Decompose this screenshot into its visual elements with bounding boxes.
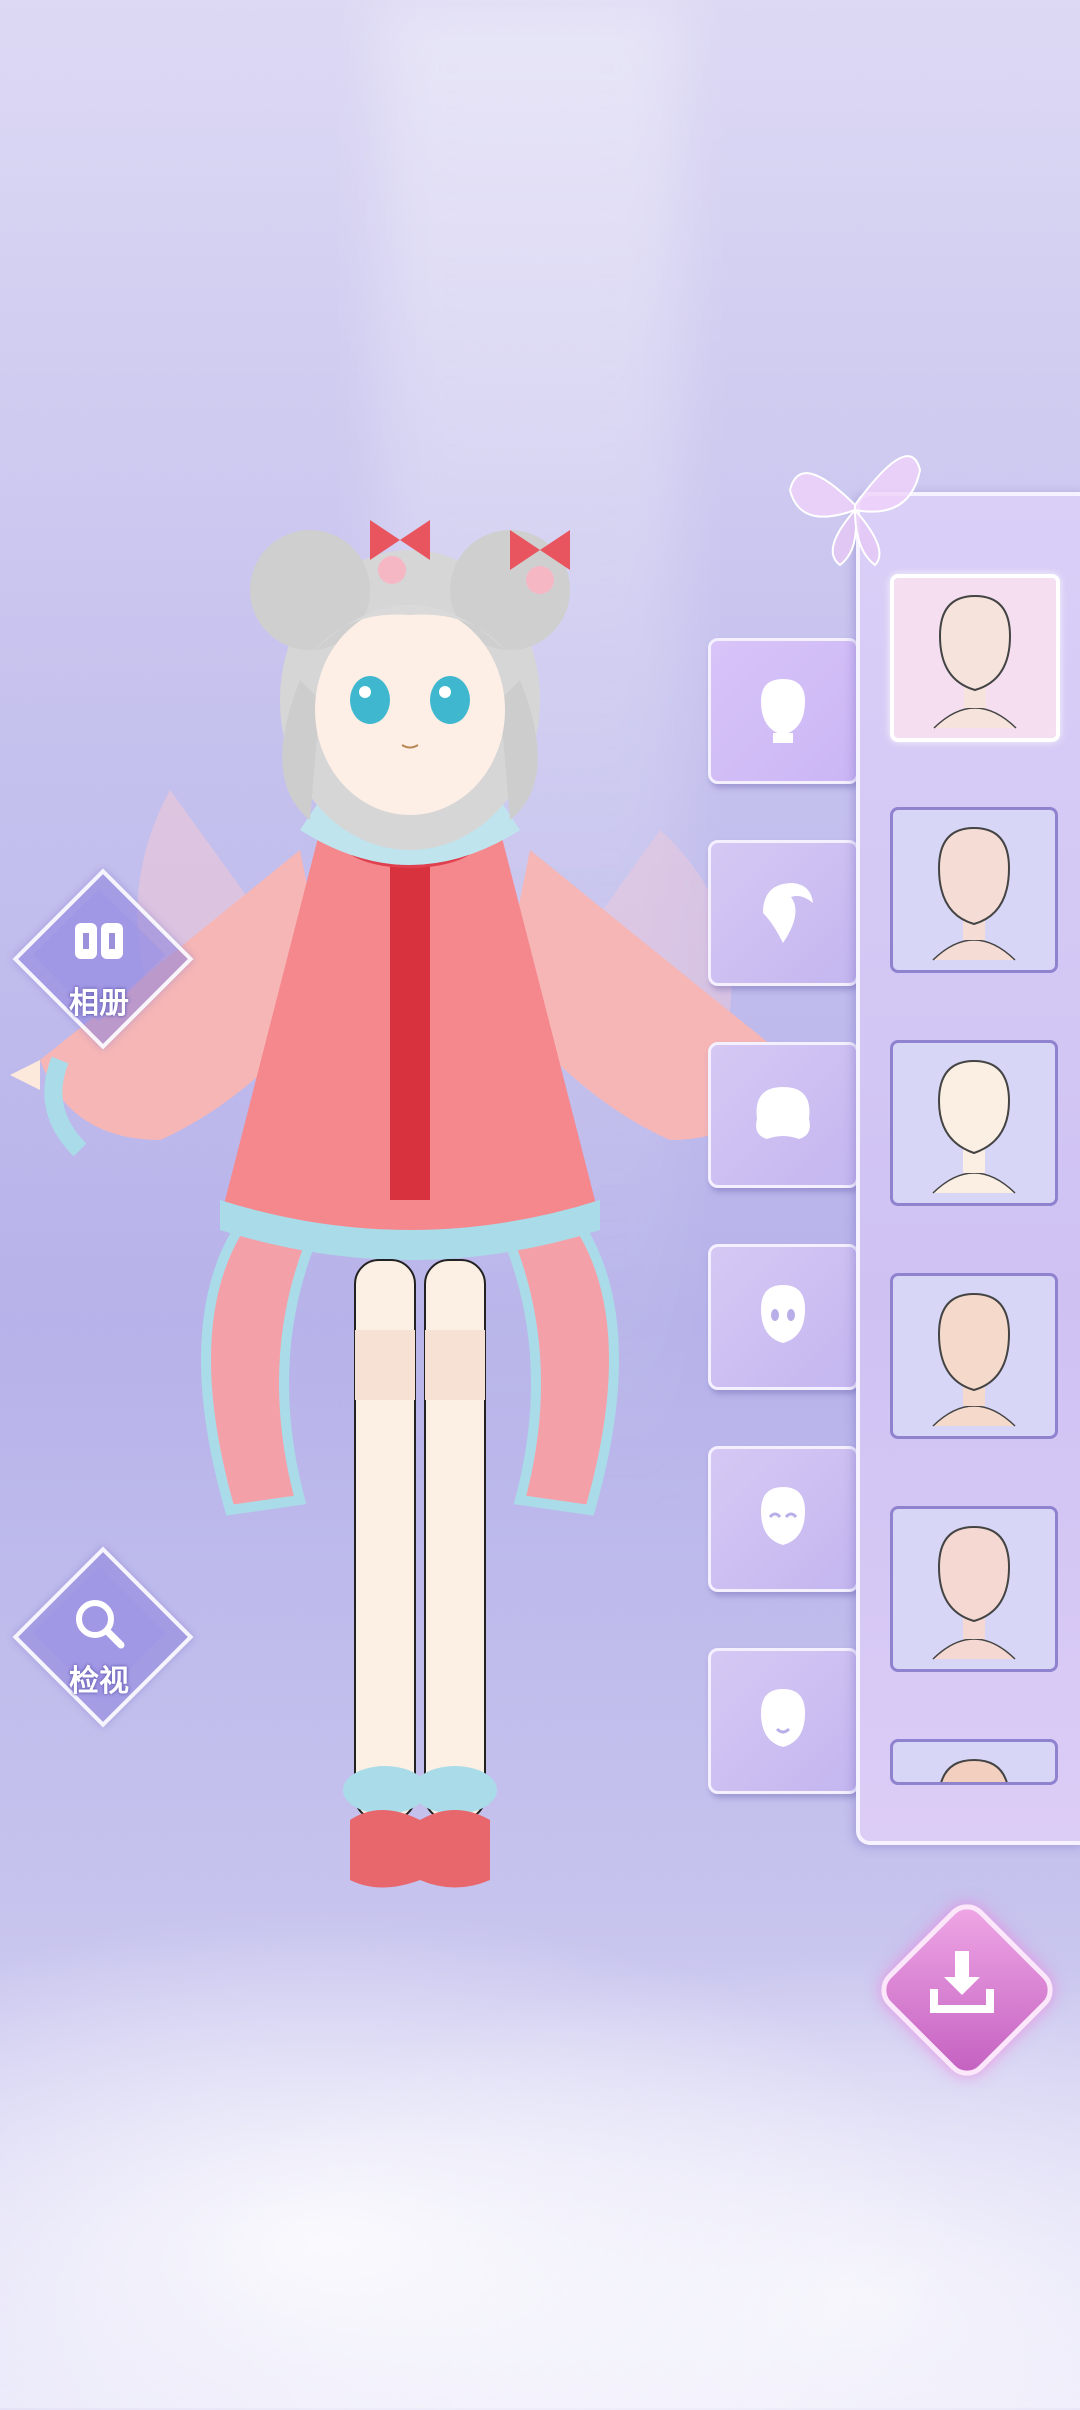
back-hair-icon	[756, 1087, 810, 1139]
smile-eyes-icon	[761, 1487, 805, 1545]
options-panel[interactable]	[856, 492, 1080, 1845]
face-preview-icon	[933, 594, 1017, 729]
inspect-label: 检视	[69, 1664, 129, 1699]
mouth-icon	[761, 1689, 805, 1747]
album-button[interactable]: 相册	[12, 868, 194, 1050]
tab-bangs[interactable]	[708, 840, 859, 986]
face-option-3[interactable]	[890, 1040, 1058, 1206]
face-preview-icon	[932, 826, 1016, 961]
inspect-button[interactable]: 检视	[12, 1546, 194, 1728]
tab-expression[interactable]	[708, 1446, 859, 1592]
tab-mouth[interactable]	[708, 1648, 859, 1794]
face-preview-icon	[932, 1059, 1016, 1194]
eyes-icon	[761, 1285, 805, 1343]
album-label: 相册	[69, 986, 129, 1021]
tab-back-hair[interactable]	[708, 1042, 859, 1188]
face-option-5[interactable]	[890, 1506, 1058, 1672]
face-option-1[interactable]	[890, 574, 1060, 742]
face-preview-icon	[932, 1292, 1016, 1427]
face-option-4[interactable]	[890, 1273, 1058, 1439]
face-shape-icon	[761, 679, 805, 743]
character-preview[interactable]	[0, 500, 820, 1980]
magnifier-icon	[76, 1600, 125, 1649]
album-icon	[75, 923, 123, 959]
bangs-icon	[763, 883, 813, 943]
face-option-6[interactable]	[890, 1739, 1058, 1785]
face-preview-icon	[940, 1758, 1008, 1782]
tab-eyes[interactable]	[708, 1244, 859, 1390]
face-preview-icon	[932, 1525, 1016, 1660]
download-button[interactable]	[872, 1895, 1062, 2085]
tab-face-shape[interactable]	[708, 638, 859, 784]
butterfly-ornament	[788, 455, 922, 567]
face-option-2[interactable]	[890, 807, 1058, 973]
download-icon	[930, 1951, 994, 2013]
